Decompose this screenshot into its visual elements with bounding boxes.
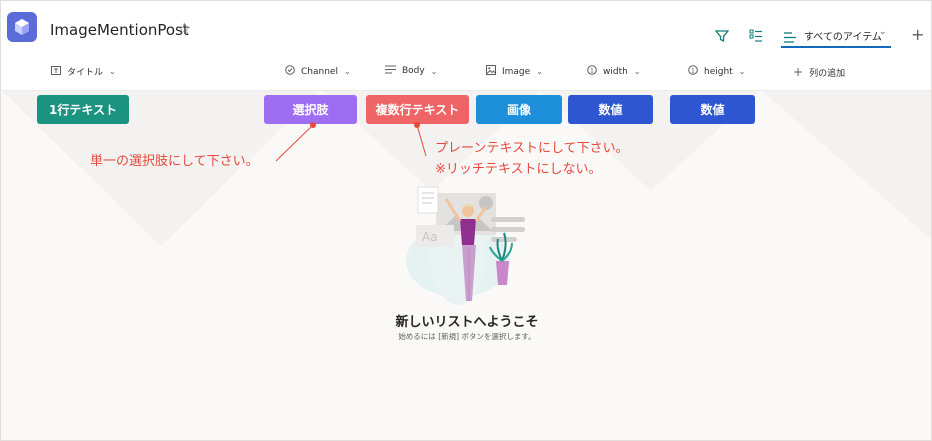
svg-text:Aa: Aa xyxy=(422,230,438,244)
empty-state-title: 新しいリストへようこそ xyxy=(395,315,539,330)
annotation-choice-note: 単一の選択肢にして下さい。 xyxy=(90,154,259,169)
annotation-dot xyxy=(310,122,316,128)
empty-list-illustration: Aa xyxy=(406,186,525,305)
annotation-body-note-1: プレーンテキストにして下さい。 xyxy=(435,141,629,156)
annotation-dot xyxy=(414,122,420,128)
empty-state-subtitle: 始めるには [新規] ボタンを選択します。 xyxy=(398,332,536,341)
list-page: ImageMentionPost ☆ すべてのアイテム ⌄ + タイトル ⌄ C… xyxy=(0,0,932,441)
